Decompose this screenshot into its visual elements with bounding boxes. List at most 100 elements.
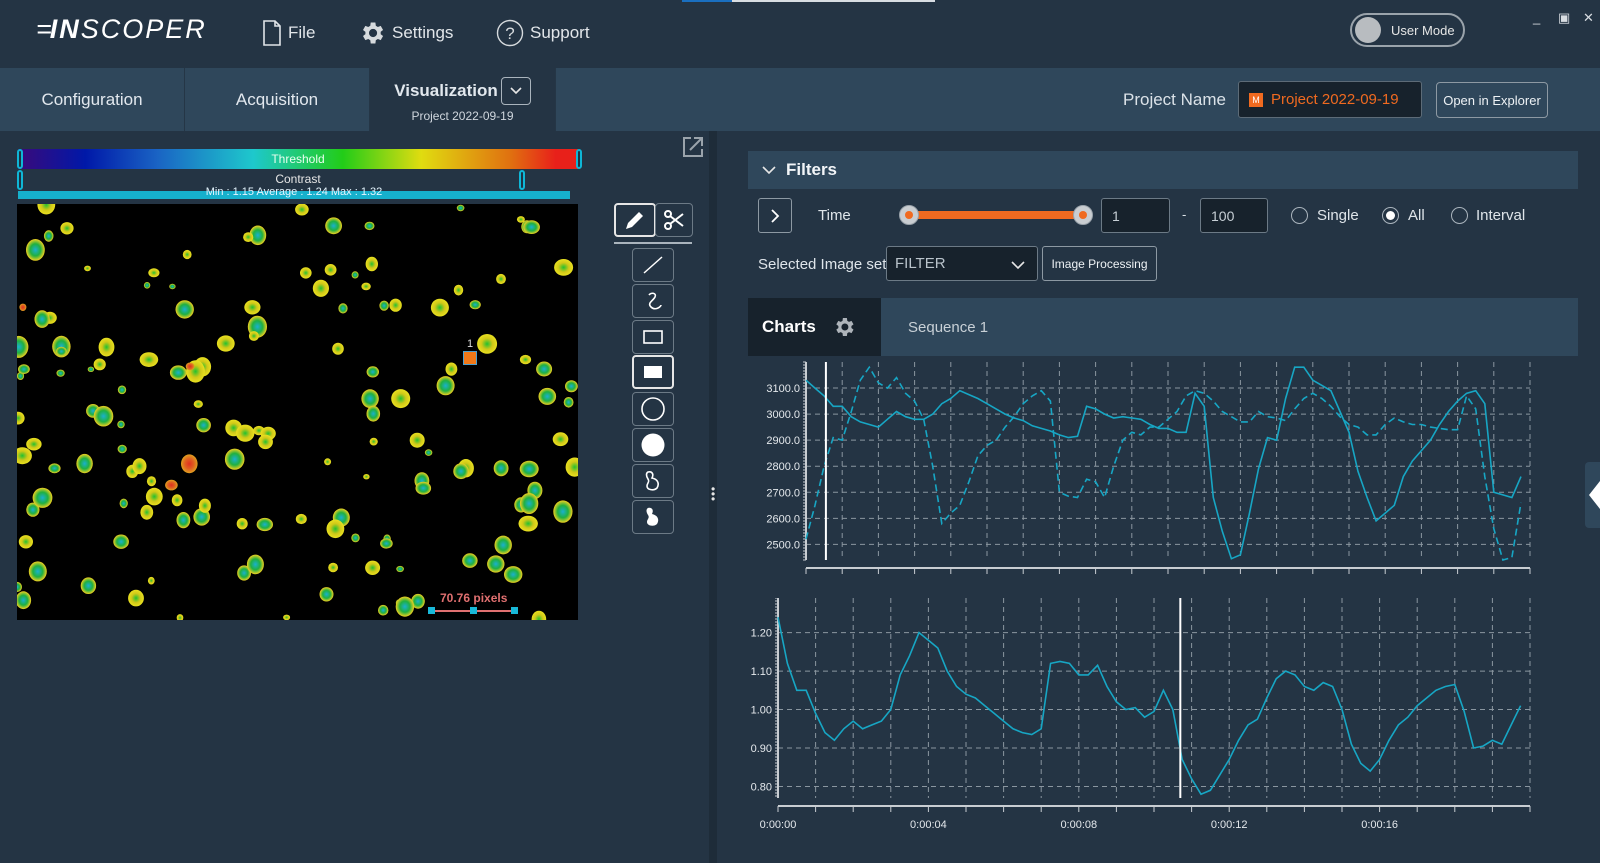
time-from-input[interactable]: 1: [1101, 198, 1170, 233]
cell-blob: [193, 400, 203, 408]
open-in-explorer-button[interactable]: Open in Explorer: [1436, 82, 1548, 118]
cell-blob: [469, 300, 481, 310]
filters-header[interactable]: Filters: [748, 151, 1578, 189]
microscopy-image[interactable]: 1 70.76 pixels: [17, 204, 578, 620]
mode-single-label: Single: [1317, 207, 1359, 224]
tab-configuration[interactable]: Configuration: [0, 68, 185, 131]
cell-blob: [319, 587, 334, 602]
cell-blob: [132, 458, 147, 475]
pencil-icon: [626, 212, 643, 229]
user-mode-toggle[interactable]: User Mode: [1350, 13, 1465, 47]
rectangle-outline-tool-button[interactable]: [632, 320, 674, 354]
scale-bar-handle-left[interactable]: [428, 607, 435, 614]
cell-blob: [519, 493, 539, 514]
menu-settings[interactable]: Settings: [358, 18, 453, 48]
cell-blob: [361, 389, 379, 409]
cell-blob: [243, 232, 254, 242]
cell-blob: [93, 405, 114, 427]
cell-blob: [563, 397, 574, 408]
pencil-tool-button[interactable]: [614, 203, 656, 237]
cell-blob: [326, 519, 345, 539]
cell-blob: [17, 447, 32, 465]
cell-blob: [113, 534, 129, 549]
freehand-tool-button[interactable]: [632, 284, 674, 318]
cell-blob: [175, 300, 194, 319]
x-tick-label: 0:00:00: [760, 819, 797, 831]
menu-support[interactable]: ? Support: [496, 18, 590, 48]
cell-blob: [43, 230, 54, 242]
close-button[interactable]: ✕: [1583, 10, 1594, 26]
cell-blob: [531, 610, 547, 620]
tool-separator: [614, 242, 692, 244]
maximize-button[interactable]: ▣: [1558, 10, 1570, 26]
tab-sequence-1[interactable]: Sequence 1: [908, 298, 988, 356]
cell-blob: [148, 268, 160, 278]
contrast-max-handle[interactable]: [519, 170, 525, 190]
gear-icon[interactable]: [832, 315, 856, 339]
project-name-field[interactable]: M Project 2022-09-19: [1238, 81, 1422, 118]
cell-blob: [351, 271, 359, 279]
circle-filled-tool-button[interactable]: [632, 428, 674, 462]
cell-blob: [445, 362, 458, 376]
expand-filters-button[interactable]: [758, 198, 792, 233]
cell-blob: [516, 216, 525, 223]
intensity-chart[interactable]: 2500.0 2600.0 2700.0 2800.0 2900.0 3000.0 3100…: [748, 360, 1568, 582]
menu-file[interactable]: File: [262, 18, 315, 48]
cell-blob: [258, 434, 273, 450]
cell-blob: [256, 517, 273, 532]
roi-marker[interactable]: [463, 351, 477, 365]
cell-blob: [496, 273, 506, 285]
cell-blob: [246, 554, 264, 575]
visualization-dropdown-button[interactable]: [500, 76, 531, 105]
threshold-max-handle[interactable]: [576, 149, 582, 169]
scale-bar-handle-mid[interactable]: [470, 607, 477, 614]
series-line-solid: [805, 366, 1522, 560]
mode-interval-radio[interactable]: [1451, 207, 1468, 224]
tab-acquisition[interactable]: Acquisition: [185, 68, 370, 131]
cell-blob: [518, 515, 538, 532]
time-range-max-knob[interactable]: [1073, 205, 1093, 225]
ratio-chart[interactable]: 0.80 0.90 1.00 1.10 1.20 0:00:00 0:00:04 0:00:0…: [748, 598, 1568, 838]
cell-blob: [312, 279, 329, 297]
rectangle-outline-icon: [643, 330, 663, 344]
circle-filled-icon: [641, 433, 665, 457]
threshold-min-handle[interactable]: [17, 149, 23, 169]
cell-blob: [365, 560, 381, 575]
side-panel-toggle[interactable]: [1585, 462, 1600, 528]
cell-blob: [87, 366, 95, 372]
cell-blob: [17, 411, 25, 425]
popout-button[interactable]: [682, 136, 704, 163]
polygon-filled-tool-button[interactable]: [632, 500, 674, 534]
mode-all-radio[interactable]: [1382, 207, 1399, 224]
rectangle-filled-tool-button[interactable]: [632, 355, 674, 389]
image-processing-button[interactable]: Image Processing: [1042, 246, 1157, 281]
scissors-tool-button[interactable]: [655, 203, 693, 237]
cell-blob: [379, 300, 389, 311]
cell-blob: [17, 591, 32, 610]
image-set-select[interactable]: FILTER: [886, 246, 1038, 281]
freehand-icon: [648, 292, 662, 310]
y-tick-label: 2500.0: [766, 539, 800, 551]
time-label: Time: [818, 207, 851, 224]
contrast-min-handle[interactable]: [17, 170, 23, 190]
scale-bar-handle-right[interactable]: [511, 607, 518, 614]
time-to-input[interactable]: 100: [1200, 198, 1268, 233]
app-logo: =INSCOPER: [36, 14, 207, 44]
cell-blob: [146, 476, 157, 487]
time-range-min-knob[interactable]: [899, 205, 919, 225]
tab-charts[interactable]: Charts: [748, 298, 881, 356]
cell-blob: [415, 481, 432, 495]
cell-blob: [140, 504, 154, 520]
circle-outline-tool-button[interactable]: [632, 392, 674, 426]
cell-blob: [18, 535, 33, 549]
mode-single-radio[interactable]: [1291, 207, 1308, 224]
tab-visualization[interactable]: Visualization Project 2022-09-19: [370, 68, 556, 131]
time-range-slider[interactable]: [906, 211, 1084, 219]
line-tool-button[interactable]: [632, 248, 674, 282]
cell-blob: [176, 614, 184, 620]
circle-outline-icon: [641, 397, 665, 421]
minimize-button[interactable]: _: [1533, 10, 1540, 25]
polygon-outline-tool-button[interactable]: [632, 464, 674, 498]
pane-splitter[interactable]: • • •: [709, 131, 717, 863]
threshold-colorbar[interactable]: Threshold: [18, 149, 578, 169]
